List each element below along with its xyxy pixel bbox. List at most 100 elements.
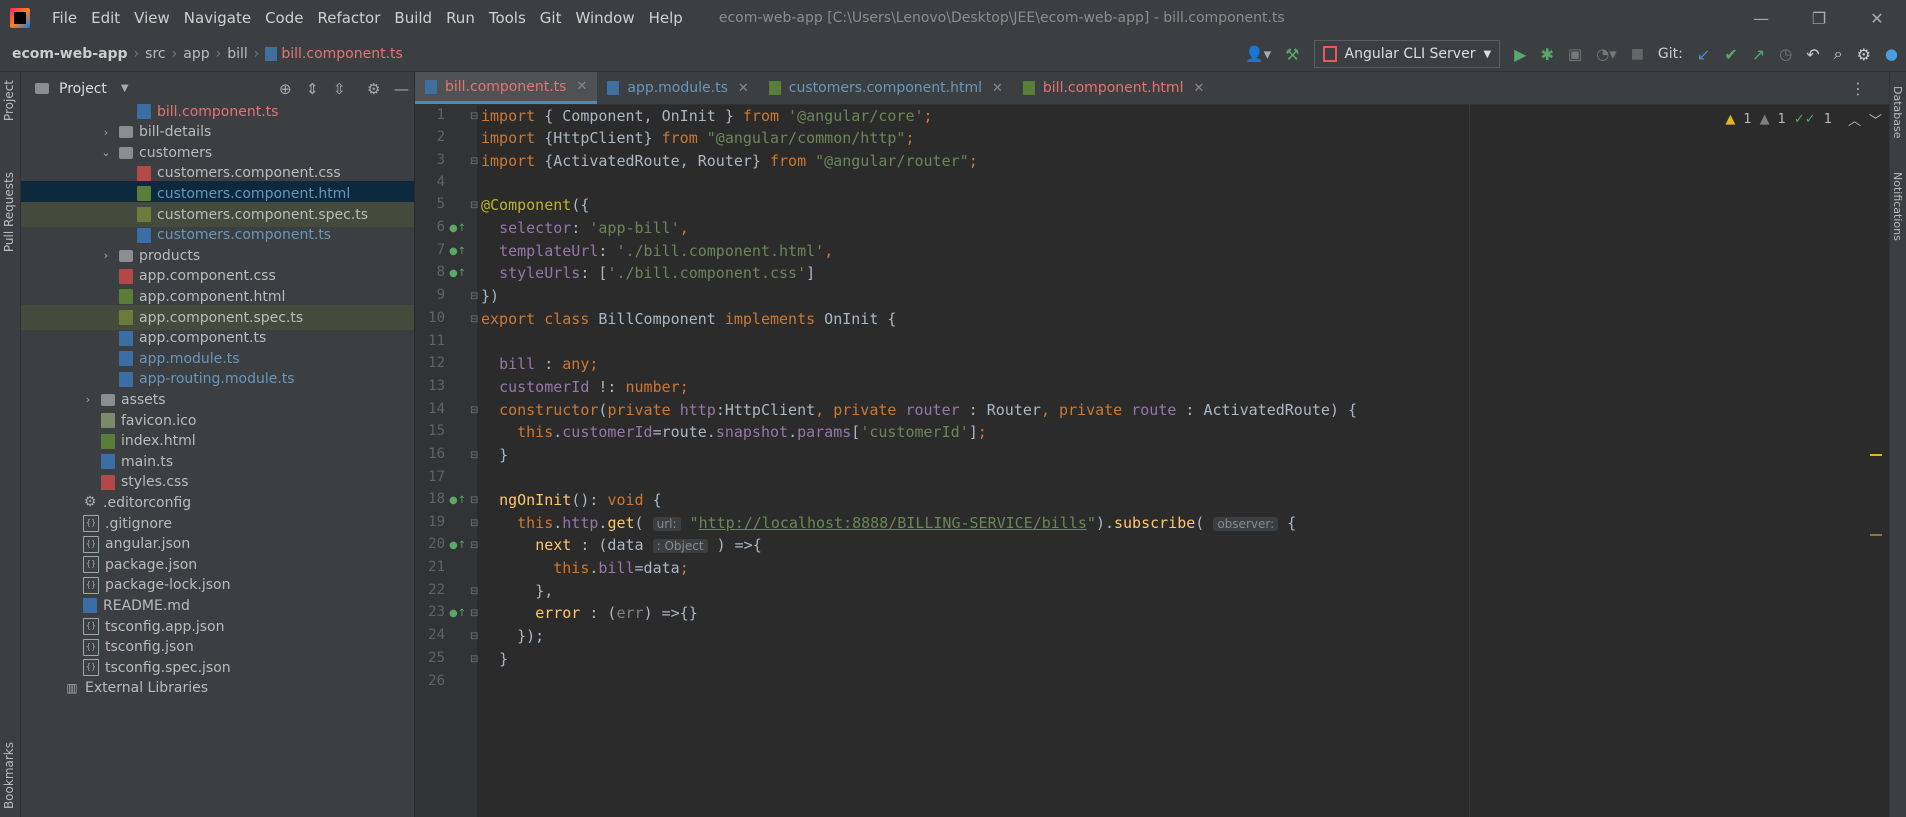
breadcrumb-src[interactable]: src <box>145 46 165 62</box>
debug-icon[interactable]: ✱ <box>1540 45 1553 64</box>
warning-marker[interactable] <box>1870 454 1882 456</box>
run-icon[interactable]: ▶ <box>1514 45 1526 64</box>
fold-icon[interactable]: ⊟ <box>470 405 478 416</box>
warning-marker[interactable] <box>1870 534 1882 536</box>
line-number: 12 <box>428 355 445 371</box>
tab-bill-component-ts[interactable]: bill.component.ts ✕ <box>415 72 598 104</box>
breadcrumb-file[interactable]: bill.component.ts <box>281 46 402 62</box>
line-number: 21 <box>428 559 445 575</box>
close-tab-icon[interactable]: ✕ <box>576 79 587 94</box>
fold-icon[interactable]: ⊟ <box>470 111 478 122</box>
git-rollback-icon[interactable]: ↶ <box>1806 45 1819 64</box>
chevron-down-icon[interactable]: ⌄ <box>99 146 113 159</box>
close-tab-icon[interactable]: ✕ <box>1193 81 1204 96</box>
chevron-down-icon[interactable]: ﹀ <box>1869 110 1882 129</box>
close-tab-icon[interactable]: ✕ <box>738 81 749 96</box>
tree-item[interactable]: ▥ External Libraries <box>21 676 414 701</box>
chevron-right-icon[interactable]: › <box>99 249 113 262</box>
implements-gutter-icon[interactable]: ●↑ <box>449 495 466 506</box>
line-number: 8 <box>436 264 445 280</box>
locate-file-icon[interactable]: ⊕ <box>279 80 292 98</box>
breadcrumb-project[interactable]: ecom-web-app <box>12 46 128 62</box>
menu-file[interactable]: File <box>52 9 77 27</box>
collapse-all-icon[interactable]: ⇳ <box>333 80 346 98</box>
fold-icon[interactable]: ⊟ <box>470 518 478 529</box>
coverage-icon[interactable]: ▣ <box>1568 45 1582 63</box>
chevron-down-icon[interactable]: ▼ <box>121 83 129 94</box>
line-number: 13 <box>428 378 445 394</box>
tab-app-module-ts[interactable]: app.module.ts ✕ <box>597 72 758 104</box>
menu-tools[interactable]: Tools <box>489 9 526 27</box>
fold-icon[interactable]: ⊟ <box>470 608 478 619</box>
bookmarks-tool-tab[interactable]: Bookmarks <box>2 742 16 809</box>
menu-help[interactable]: Help <box>649 9 683 27</box>
menu-window[interactable]: Window <box>575 9 634 27</box>
search-icon[interactable]: ⌕ <box>1834 44 1843 64</box>
breadcrumb-bill[interactable]: bill <box>227 46 248 62</box>
git-update-icon[interactable]: ↙ <box>1697 45 1710 64</box>
fold-icon[interactable]: ⊟ <box>470 631 478 642</box>
fold-icon[interactable]: ⊟ <box>470 450 478 461</box>
git-commit-icon[interactable]: ✔ <box>1724 45 1737 64</box>
database-tool-tab[interactable]: Database <box>1891 86 1904 139</box>
menu-code[interactable]: Code <box>265 9 303 27</box>
git-push-icon[interactable]: ↗ <box>1752 45 1765 64</box>
fold-icon[interactable]: ⊟ <box>470 654 478 665</box>
chevron-up-icon[interactable]: ︿ <box>1848 110 1861 129</box>
menu-navigate[interactable]: Navigate <box>184 9 251 27</box>
tab-bill-component-html[interactable]: bill.component.html ✕ <box>1013 72 1214 104</box>
tree-item-label: app.component.spec.ts <box>139 309 304 326</box>
ts-file-icon <box>119 330 133 346</box>
project-tool-tab[interactable]: Project <box>2 80 16 121</box>
menu-view[interactable]: View <box>134 9 170 27</box>
expand-all-icon[interactable]: ⇕ <box>306 80 319 98</box>
hide-panel-icon[interactable]: — <box>394 80 409 98</box>
tab-customers-component-html[interactable]: customers.component.html ✕ <box>759 72 1013 104</box>
tree-item-label: package-lock.json <box>105 577 231 594</box>
menu-edit[interactable]: Edit <box>91 9 120 27</box>
build-hammer-icon[interactable]: ⚒ <box>1285 45 1299 64</box>
html-file-icon <box>1022 81 1035 95</box>
minimize-icon[interactable]: — <box>1732 0 1790 36</box>
implements-gutter-icon[interactable]: ●↑ <box>449 608 466 619</box>
chevron-down-icon: ▼ <box>1483 48 1492 60</box>
run-configuration-select[interactable]: Angular CLI Server ▼ <box>1313 40 1501 68</box>
menu-run[interactable]: Run <box>446 9 475 27</box>
fold-icon[interactable]: ⊟ <box>470 156 478 167</box>
fold-icon[interactable]: ⊟ <box>470 314 478 325</box>
profile-icon[interactable]: ◔▾ <box>1596 45 1617 63</box>
implements-gutter-icon[interactable]: ●↑ <box>449 223 466 234</box>
fold-icon[interactable]: ⊟ <box>470 495 478 506</box>
chevron-right-icon[interactable]: › <box>81 393 95 406</box>
html-file-icon <box>119 289 133 305</box>
project-panel-title[interactable]: Project <box>59 81 107 97</box>
line-number: 11 <box>428 333 445 349</box>
menu-git[interactable]: Git <box>540 9 562 27</box>
menu-build[interactable]: Build <box>394 9 432 27</box>
url-link[interactable]: http://localhost:8888/BILLING-SERVICE/bi… <box>699 514 1087 532</box>
implements-gutter-icon[interactable]: ●↑ <box>449 246 466 257</box>
chevron-right-icon: › <box>253 45 260 62</box>
panel-settings-gear-icon[interactable]: ⚙ <box>367 80 380 98</box>
pull-requests-tool-tab[interactable]: Pull Requests <box>2 172 16 252</box>
fold-icon[interactable]: ⊟ <box>470 291 478 302</box>
chevron-right-icon[interactable]: › <box>99 126 113 139</box>
stop-icon[interactable]: ■ <box>1631 46 1644 62</box>
implements-gutter-icon[interactable]: ●↑ <box>449 540 466 551</box>
fold-icon[interactable]: ⊟ <box>470 586 478 597</box>
breadcrumb-app[interactable]: app <box>183 46 209 62</box>
inspection-widget[interactable]: ▲ 1 ▲ 1 ✓✓ 1 ︿ ﹀ <box>1725 110 1882 129</box>
fold-icon[interactable]: ⊟ <box>470 540 478 551</box>
menu-refactor[interactable]: Refactor <box>317 9 380 27</box>
plugin-globe-icon[interactable]: ● <box>1885 45 1898 63</box>
implements-gutter-icon[interactable]: ●↑ <box>449 268 466 279</box>
close-tab-icon[interactable]: ✕ <box>992 81 1003 96</box>
fold-icon[interactable]: ⊟ <box>470 200 478 211</box>
git-history-icon[interactable]: ◷ <box>1779 45 1792 63</box>
settings-gear-icon[interactable]: ⚙ <box>1857 45 1871 64</box>
code-line-3: import {ActivatedRoute, Router} from "@a… <box>481 152 978 170</box>
restore-icon[interactable]: ❐ <box>1790 0 1848 36</box>
user-icon[interactable]: 👤▾ <box>1245 45 1271 63</box>
close-icon[interactable]: ✕ <box>1848 0 1906 36</box>
notifications-tool-tab[interactable]: Notifications <box>1891 172 1904 241</box>
